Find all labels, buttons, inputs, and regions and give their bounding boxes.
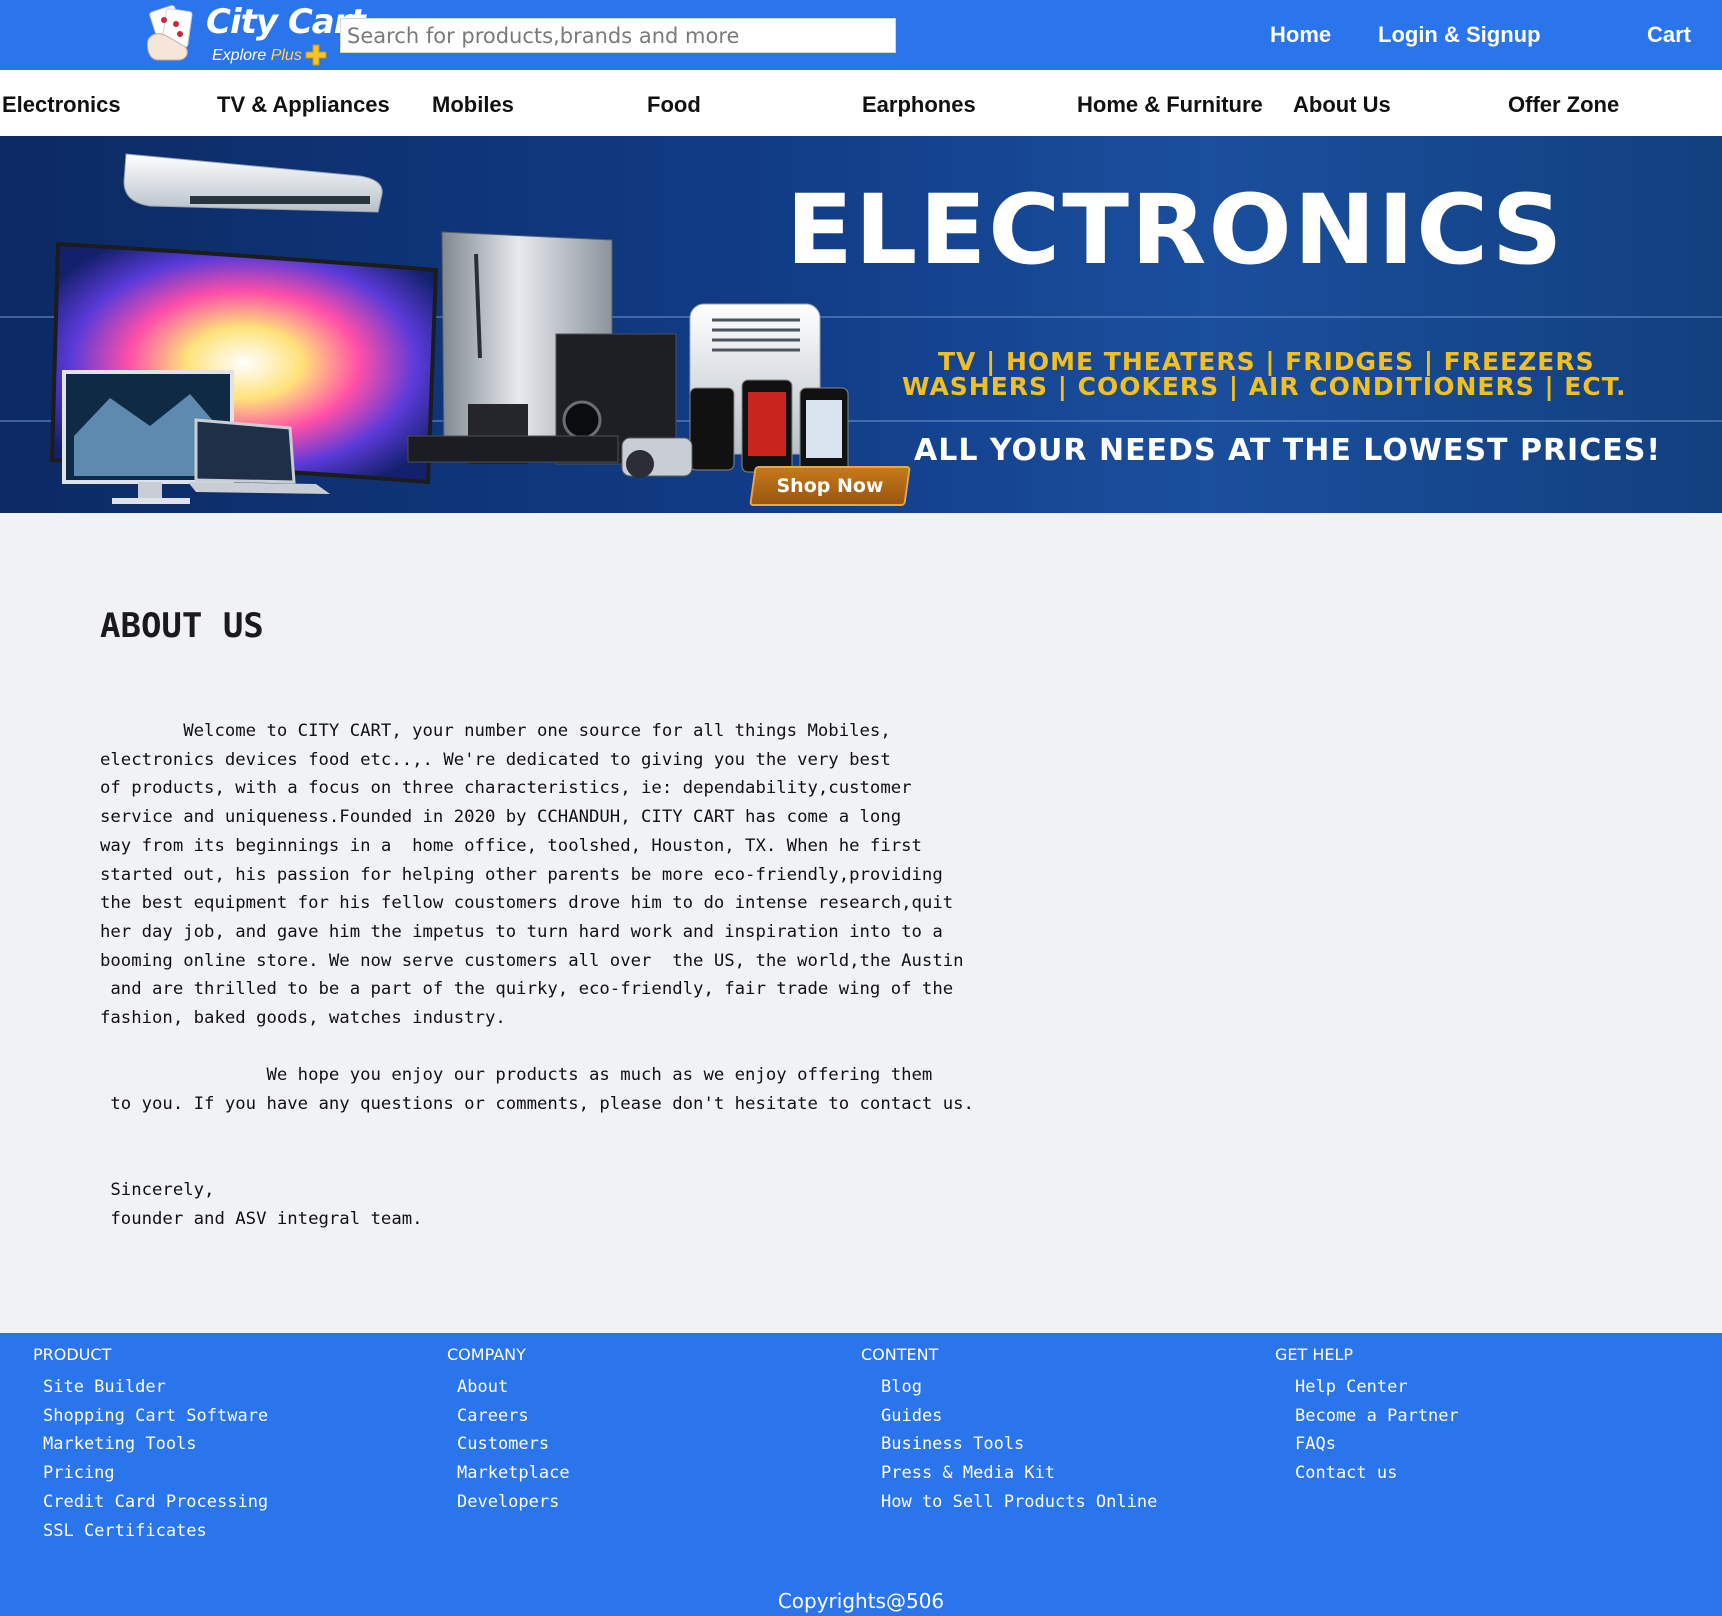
footer-link-contact-us[interactable]: Contact us	[1295, 1459, 1459, 1488]
category-home-furniture[interactable]: Home & Furniture	[1077, 92, 1263, 118]
category-nav: Electronics TV & Appliances Mobiles Food…	[0, 70, 1722, 136]
footer-link-site-builder[interactable]: Site Builder	[43, 1373, 268, 1402]
footer-link-faqs[interactable]: FAQs	[1295, 1430, 1459, 1459]
footer-heading-get-help: GET HELP	[1275, 1345, 1354, 1364]
footer-column-company: COMPANY About Careers Customers Marketpl…	[447, 1345, 570, 1517]
site-footer: PRODUCT Site Builder Shopping Cart Softw…	[0, 1333, 1722, 1616]
footer-heading-product: PRODUCT	[33, 1345, 112, 1364]
page-title: ABOUT US	[100, 606, 264, 646]
shop-now-button[interactable]: Shop Now	[749, 466, 911, 506]
footer-link-become-partner[interactable]: Become a Partner	[1295, 1402, 1459, 1431]
logo-cards-icon	[147, 5, 193, 61]
footer-heading-company: COMPANY	[447, 1345, 526, 1364]
footer-link-credit-card-processing[interactable]: Credit Card Processing	[43, 1488, 268, 1517]
footer-link-shopping-cart-software[interactable]: Shopping Cart Software	[43, 1402, 268, 1431]
footer-link-help-center[interactable]: Help Center	[1295, 1373, 1459, 1402]
category-offer-zone[interactable]: Offer Zone	[1508, 92, 1619, 118]
footer-heading-content: CONTENT	[861, 1345, 939, 1364]
footer-link-business-tools[interactable]: Business Tools	[881, 1430, 1157, 1459]
search-input[interactable]	[341, 19, 895, 52]
footer-link-developers[interactable]: Developers	[457, 1488, 570, 1517]
category-electronics[interactable]: Electronics	[2, 92, 121, 118]
banner-tagline: ALL YOUR NEEDS AT THE LOWEST PRICES!	[914, 433, 1662, 468]
footer-link-blog[interactable]: Blog	[881, 1373, 1157, 1402]
footer-link-how-to-sell[interactable]: How to Sell Products Online	[881, 1488, 1157, 1517]
category-food[interactable]: Food	[647, 92, 701, 118]
footer-link-customers[interactable]: Customers	[457, 1430, 570, 1459]
footer-link-guides[interactable]: Guides	[881, 1402, 1157, 1431]
copyright-text: Copyrights@506	[777, 1589, 945, 1613]
footer-link-careers[interactable]: Careers	[457, 1402, 570, 1431]
footer-link-marketplace[interactable]: Marketplace	[457, 1459, 570, 1488]
about-body-text: Welcome to CITY CART, your number one so…	[100, 721, 974, 1229]
login-signup-link[interactable]: Login & Signup	[1378, 22, 1541, 48]
shop-now-label: Shop Now	[776, 475, 884, 497]
footer-link-pricing[interactable]: Pricing	[43, 1459, 268, 1488]
site-logo[interactable]: City Cart Explore Plus	[138, 0, 366, 70]
category-tv-appliances[interactable]: TV & Appliances	[217, 92, 390, 118]
logo-tagline: Explore Plus	[212, 47, 302, 64]
footer-link-marketing-tools[interactable]: Marketing Tools	[43, 1430, 268, 1459]
footer-link-about[interactable]: About	[457, 1373, 570, 1402]
category-mobiles[interactable]: Mobiles	[432, 92, 514, 118]
footer-link-ssl-certificates[interactable]: SSL Certificates	[43, 1517, 268, 1546]
footer-column-product: PRODUCT Site Builder Shopping Cart Softw…	[33, 1345, 268, 1545]
plus-badge-icon	[305, 44, 327, 66]
category-about-us[interactable]: About Us	[1293, 92, 1391, 118]
footer-link-press-media-kit[interactable]: Press & Media Kit	[881, 1459, 1157, 1488]
search-bar[interactable]	[340, 18, 896, 53]
cart-link[interactable]: Cart	[1647, 22, 1691, 48]
nav-home-link[interactable]: Home	[1270, 22, 1331, 48]
footer-column-content: CONTENT Blog Guides Business Tools Press…	[861, 1345, 1157, 1517]
banner-title: ELECTRONICS	[786, 174, 1565, 286]
top-header: City Cart Explore Plus Home Login & Sign…	[0, 0, 1722, 70]
banner-category-line-2: WASHERS | COOKERS | AIR CONDITIONERS | E…	[902, 372, 1627, 401]
footer-column-get-help: GET HELP Help Center Become a Partner FA…	[1275, 1345, 1459, 1488]
electronics-banner[interactable]: ELECTRONICS TV | HOME THEATERS | FRIDGES…	[0, 136, 1722, 513]
category-earphones[interactable]: Earphones	[862, 92, 976, 118]
